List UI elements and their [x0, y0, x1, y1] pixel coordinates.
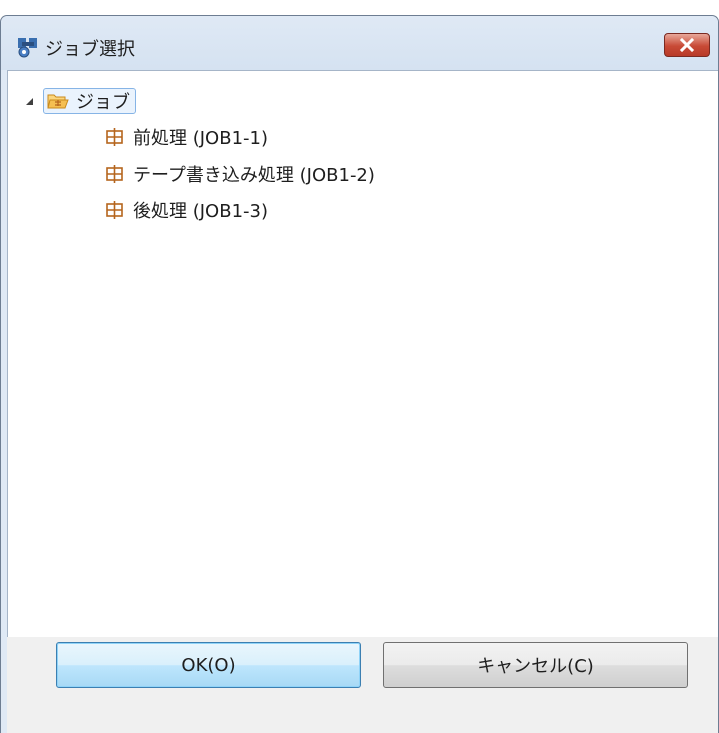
- title-bar[interactable]: ジョブ選択: [1, 16, 718, 70]
- expand-arrow-icon[interactable]: [26, 97, 33, 105]
- job-select-dialog: ジョブ選択 ジョブ 前処理 (JOB1-1) テープ書き込み処理 (JOB1-2…: [0, 15, 719, 733]
- close-button[interactable]: [664, 33, 710, 57]
- job-icon: [106, 128, 123, 146]
- open-folder-icon: [47, 94, 69, 109]
- app-icon: [18, 38, 37, 58]
- tree-root-item[interactable]: ジョブ: [43, 88, 136, 114]
- tree-child-label: テープ書き込み処理 (JOB1-2): [133, 165, 375, 186]
- tree-child-label: 後処理 (JOB1-3): [133, 201, 268, 222]
- tree-child-label: 前処理 (JOB1-1): [133, 128, 268, 149]
- tree-child-row[interactable]: テープ書き込み処理 (JOB1-2): [104, 159, 375, 189]
- close-x-icon: [679, 38, 695, 52]
- background-document-text: [0, 0, 719, 14]
- cancel-button[interactable]: キャンセル(C): [383, 642, 688, 688]
- tree-child-row[interactable]: 後処理 (JOB1-3): [104, 195, 268, 225]
- ok-button[interactable]: OK(O): [56, 642, 361, 688]
- job-icon: [106, 201, 123, 219]
- tree-child-row[interactable]: 前処理 (JOB1-1): [104, 122, 268, 152]
- job-icon: [106, 165, 123, 183]
- window-title: ジョブ選択: [45, 39, 135, 60]
- tree-root-label: ジョブ: [76, 92, 130, 113]
- tree-root-row: ジョブ: [26, 86, 136, 116]
- job-tree[interactable]: ジョブ 前処理 (JOB1-1) テープ書き込み処理 (JOB1-2) 後処理 …: [7, 70, 718, 638]
- dialog-footer: OK(O) キャンセル(C): [7, 637, 718, 733]
